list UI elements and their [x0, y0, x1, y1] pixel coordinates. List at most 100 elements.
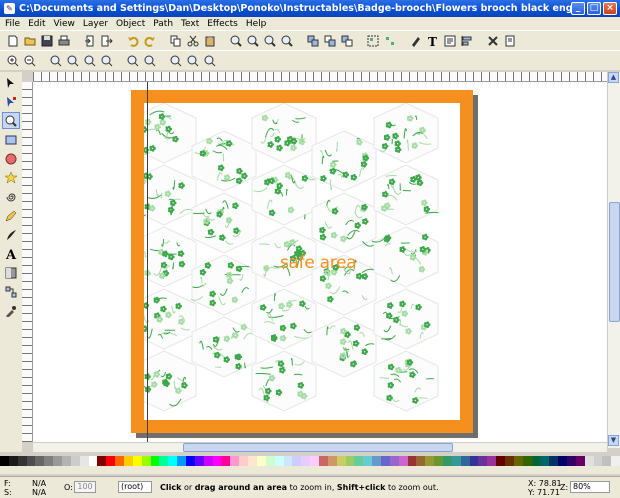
color-swatch[interactable] — [513, 456, 523, 466]
fill-stroke-icon[interactable] — [409, 34, 423, 48]
color-swatch[interactable] — [487, 456, 497, 466]
menu-help[interactable]: Help — [246, 19, 267, 29]
color-swatch[interactable] — [62, 456, 71, 466]
align-icon[interactable] — [460, 34, 474, 48]
color-swatch[interactable] — [274, 456, 284, 466]
color-swatch[interactable] — [17, 456, 27, 466]
zoom-1-1-icon[interactable] — [49, 54, 63, 68]
new-document-icon[interactable] — [6, 34, 20, 48]
selector-tool-icon[interactable] — [2, 74, 20, 91]
color-swatch[interactable] — [522, 456, 532, 466]
horizontal-ruler[interactable] — [33, 72, 607, 82]
zoom-1-2-icon[interactable] — [66, 54, 80, 68]
group-icon[interactable] — [366, 34, 380, 48]
color-swatch[interactable] — [194, 456, 204, 466]
color-swatch[interactable] — [115, 456, 125, 466]
color-swatch[interactable] — [310, 456, 319, 466]
color-swatch[interactable] — [97, 456, 107, 466]
vertical-scrollbar[interactable]: ▲ ▼ — [607, 72, 620, 448]
color-swatch[interactable] — [611, 456, 620, 466]
ellipse-tool-icon[interactable] — [2, 150, 20, 167]
color-swatch[interactable] — [380, 456, 390, 466]
color-swatch[interactable] — [70, 456, 80, 466]
paste-icon[interactable] — [203, 34, 217, 48]
document-properties-icon[interactable] — [503, 34, 517, 48]
color-swatch[interactable] — [345, 456, 355, 466]
copy-icon[interactable] — [169, 34, 183, 48]
color-swatch[interactable] — [159, 456, 169, 466]
ungroup-icon[interactable] — [383, 34, 397, 48]
zoom-in-icon[interactable] — [6, 54, 20, 68]
maximize-button[interactable]: □ — [587, 2, 601, 15]
color-swatch[interactable] — [567, 456, 576, 466]
print-icon[interactable] — [57, 34, 71, 48]
color-swatch[interactable] — [44, 456, 54, 466]
color-swatch[interactable] — [177, 456, 187, 466]
import-icon[interactable] — [83, 34, 97, 48]
redo-icon[interactable] — [143, 34, 157, 48]
star-tool-icon[interactable] — [2, 169, 20, 186]
zoom-field[interactable]: 80% — [570, 481, 610, 493]
color-swatch[interactable] — [124, 456, 133, 466]
zoom-selection-icon[interactable] — [100, 54, 114, 68]
zoom-prev-icon[interactable] — [186, 54, 200, 68]
opacity-field[interactable]: 100 — [74, 481, 96, 493]
menu-path[interactable]: Path — [153, 19, 173, 29]
horizontal-scroll-thumb[interactable] — [183, 443, 453, 452]
color-swatch[interactable] — [168, 456, 178, 466]
color-swatch[interactable] — [531, 456, 541, 466]
color-swatch[interactable] — [186, 456, 195, 466]
color-swatch[interactable] — [283, 456, 293, 466]
color-swatch[interactable] — [132, 456, 142, 466]
color-swatch[interactable] — [336, 456, 346, 466]
scroll-down-arrow-icon[interactable]: ▼ — [608, 435, 619, 446]
color-swatch[interactable] — [363, 456, 373, 466]
color-swatch[interactable] — [434, 456, 443, 466]
color-swatch[interactable] — [540, 456, 550, 466]
zoom-2-1-icon[interactable] — [83, 54, 97, 68]
color-swatch[interactable] — [327, 456, 337, 466]
color-swatch[interactable] — [53, 456, 63, 466]
drawing-canvas[interactable]: safe area — [33, 82, 607, 442]
zoom-tool-icon[interactable] — [2, 112, 20, 129]
unlink-clone-icon[interactable] — [340, 34, 354, 48]
color-swatch[interactable] — [8, 456, 18, 466]
color-swatch[interactable] — [451, 456, 461, 466]
color-swatch[interactable] — [558, 456, 567, 466]
color-swatch[interactable] — [141, 456, 151, 466]
color-swatch[interactable] — [575, 456, 585, 466]
color-swatch[interactable] — [549, 456, 559, 466]
zoom-next-icon[interactable] — [203, 54, 217, 68]
vertical-scroll-thumb[interactable] — [609, 202, 620, 322]
export-icon[interactable] — [100, 34, 114, 48]
zoom-drawing-icon[interactable] — [126, 54, 140, 68]
color-swatch[interactable] — [469, 456, 479, 466]
connector-tool-icon[interactable] — [2, 283, 20, 300]
node-tool-icon[interactable] — [2, 93, 20, 110]
menu-layer[interactable]: Layer — [83, 19, 108, 29]
color-swatch[interactable] — [460, 456, 470, 466]
minimize-button[interactable]: _ — [571, 2, 585, 15]
fill-value[interactable]: N/A — [32, 479, 46, 488]
color-swatch[interactable] — [407, 456, 417, 466]
menu-file[interactable]: File — [5, 19, 20, 29]
zoom-out-icon[interactable] — [23, 54, 37, 68]
color-swatch[interactable] — [292, 456, 302, 466]
menu-object[interactable]: Object — [116, 19, 145, 29]
calligraphy-tool-icon[interactable] — [2, 226, 20, 243]
zoom-page-icon[interactable] — [143, 54, 157, 68]
color-swatch[interactable] — [239, 456, 249, 466]
zoom-width-icon[interactable] — [169, 54, 183, 68]
color-swatch[interactable] — [230, 456, 240, 466]
clone-icon[interactable] — [323, 34, 337, 48]
menu-view[interactable]: View — [54, 19, 75, 29]
color-swatch[interactable] — [398, 456, 408, 466]
color-swatch[interactable] — [35, 456, 45, 466]
menu-edit[interactable]: Edit — [28, 19, 45, 29]
color-swatch[interactable] — [442, 456, 452, 466]
palette-scrollbar[interactable] — [0, 468, 620, 474]
color-swatch[interactable] — [504, 456, 514, 466]
zoom-width-icon[interactable] — [280, 34, 294, 48]
gradient-tool-icon[interactable] — [2, 264, 20, 281]
color-swatch[interactable] — [212, 456, 222, 466]
